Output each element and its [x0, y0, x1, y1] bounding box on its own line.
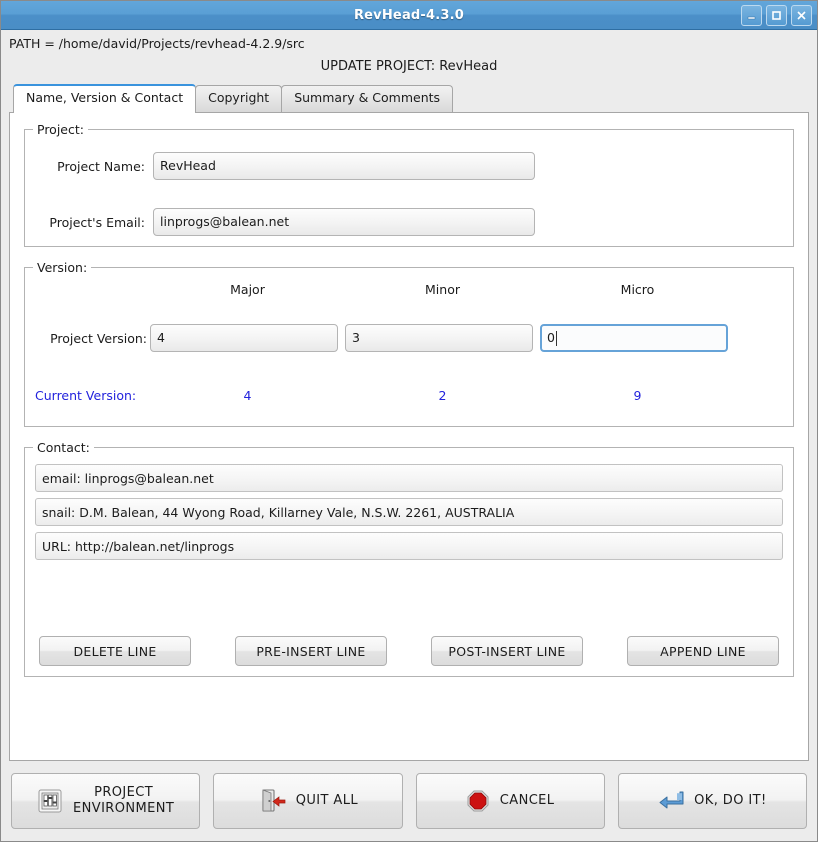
- line-action-buttons: DELETE LINE PRE-INSERT LINE POST-INSERT …: [39, 636, 779, 666]
- current-version-micro: 9: [633, 388, 642, 403]
- project-environment-label: PROJECT ENVIRONMENT: [73, 784, 175, 816]
- tab-strip: Name, Version & Contact Copyright Summar…: [1, 84, 817, 113]
- contact-line-email[interactable]: email: linprogs@balean.net: [35, 464, 783, 492]
- column-header-micro: Micro: [620, 282, 655, 297]
- quit-all-label: QUIT ALL: [295, 792, 358, 808]
- project-path-label: PATH = /home/david/Projects/revhead-4.2.…: [9, 36, 305, 51]
- ok-do-it-label: OK, DO IT!: [694, 792, 767, 808]
- contact-group-legend: Contact:: [33, 440, 94, 455]
- exit-door-icon: [258, 787, 286, 815]
- tab-name-version-contact[interactable]: Name, Version & Contact: [13, 84, 197, 113]
- contact-line-url[interactable]: URL: http://balean.net/linprogs: [35, 532, 783, 560]
- tab-summary-comments[interactable]: Summary & Comments: [281, 85, 454, 112]
- ok-do-it-button[interactable]: OK, DO IT!: [617, 773, 807, 829]
- sliders-icon: [37, 788, 63, 814]
- project-version-minor-input[interactable]: 3: [345, 324, 533, 352]
- project-group-legend: Project:: [33, 122, 88, 137]
- cancel-button[interactable]: CANCEL: [415, 773, 605, 829]
- project-environment-button[interactable]: PROJECT ENVIRONMENT: [11, 773, 201, 829]
- maximize-button[interactable]: [766, 5, 787, 26]
- project-email-label: Project's Email:: [49, 214, 145, 230]
- bottom-button-bar: PROJECT ENVIRONMENT QUIT ALL CANCEL OK, …: [1, 761, 817, 841]
- project-group: Project: Project Name: RevHead Project's…: [24, 122, 794, 247]
- append-line-button[interactable]: APPEND LINE: [627, 636, 779, 666]
- contact-line-snail[interactable]: snail: D.M. Balean, 44 Wyong Road, Killa…: [35, 498, 783, 526]
- current-version-label: Current Version:: [35, 388, 137, 403]
- project-version-micro-input[interactable]: 0: [540, 324, 728, 352]
- project-version-major-input[interactable]: 4: [150, 324, 338, 352]
- quit-all-button[interactable]: QUIT ALL: [213, 773, 403, 829]
- version-group: Version: Major Minor Micro Project Versi…: [24, 260, 794, 427]
- current-version-major: 4: [243, 388, 252, 403]
- project-version-label: Project Version:: [50, 330, 147, 346]
- tab-copyright[interactable]: Copyright: [195, 85, 283, 112]
- application-window: RevHead-4.3.0 PATH = /home/david/Project…: [0, 0, 818, 842]
- minimize-button[interactable]: [741, 5, 762, 26]
- post-insert-line-button[interactable]: POST-INSERT LINE: [431, 636, 583, 666]
- delete-line-button[interactable]: DELETE LINE: [39, 636, 191, 666]
- text-caret: [555, 330, 557, 346]
- page-title: UPDATE PROJECT: RevHead: [320, 59, 498, 74]
- version-group-legend: Version:: [33, 260, 92, 275]
- current-version-minor: 2: [438, 388, 447, 403]
- column-header-major: Major: [230, 282, 265, 297]
- close-button[interactable]: [791, 5, 812, 26]
- project-email-input[interactable]: linprogs@balean.net: [153, 208, 535, 236]
- project-version-micro-value: 0: [547, 330, 555, 345]
- project-name-input[interactable]: RevHead: [153, 152, 535, 180]
- contact-group: Contact: email: linprogs@balean.net snai…: [24, 440, 794, 677]
- cancel-label: CANCEL: [499, 792, 555, 808]
- window-controls: [741, 5, 812, 26]
- title-bar: RevHead-4.3.0: [1, 1, 817, 30]
- enter-arrow-icon: [658, 789, 684, 813]
- window-title: RevHead-4.3.0: [353, 7, 465, 23]
- project-name-label: Project Name:: [57, 158, 145, 174]
- column-header-minor: Minor: [425, 282, 460, 297]
- pre-insert-line-button[interactable]: PRE-INSERT LINE: [235, 636, 387, 666]
- stop-sign-icon: [466, 789, 490, 813]
- tab-panel: Project: Project Name: RevHead Project's…: [9, 112, 809, 761]
